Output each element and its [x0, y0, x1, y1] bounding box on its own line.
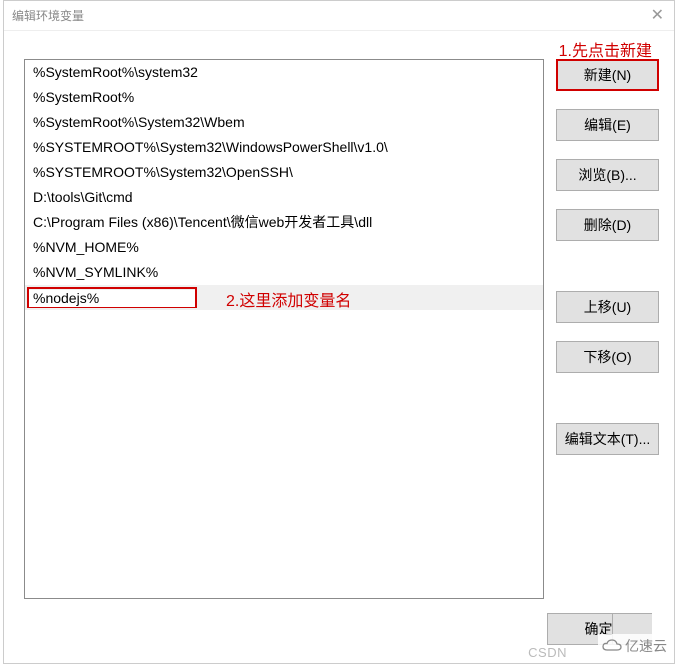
path-listbox[interactable]: %SystemRoot%\system32 %SystemRoot% %Syst…	[24, 59, 544, 599]
yisu-watermark: 亿速云	[598, 634, 671, 658]
annotation-step2: 2.这里添加变量名	[226, 287, 351, 311]
dialog-content: %SystemRoot%\system32 %SystemRoot% %Syst…	[24, 59, 659, 599]
window-title: 编辑环境变量	[12, 7, 84, 24]
list-item[interactable]: D:\tools\Git\cmd	[25, 185, 543, 210]
browse-button[interactable]: 浏览(B)...	[556, 159, 659, 191]
list-item[interactable]: C:\Program Files (x86)\Tencent\微信web开发者工…	[25, 210, 543, 235]
edit-text-button[interactable]: 编辑文本(T)...	[556, 423, 659, 455]
list-item[interactable]: %NVM_SYMLINK%	[25, 260, 543, 285]
move-down-button[interactable]: 下移(O)	[556, 341, 659, 373]
list-item[interactable]: %SYSTEMROOT%\System32\OpenSSH\	[25, 160, 543, 185]
path-edit-input[interactable]	[29, 290, 195, 307]
list-item[interactable]: %SystemRoot%\system32	[25, 60, 543, 85]
titlebar: 编辑环境变量 ✕	[4, 1, 674, 31]
button-column: 新建(N) 编辑(E) 浏览(B)... 删除(D) 上移(U) 下移(O) 编…	[556, 59, 659, 473]
edit-env-var-dialog: 编辑环境变量 ✕ 1.先点击新建 %SystemRoot%\system32 %…	[3, 0, 675, 664]
edit-button[interactable]: 编辑(E)	[556, 109, 659, 141]
edit-highlight-box	[27, 287, 197, 308]
annotation-step1: 1.先点击新建	[559, 37, 652, 61]
close-icon[interactable]: ✕	[651, 5, 664, 25]
move-up-button[interactable]: 上移(U)	[556, 291, 659, 323]
csdn-watermark: CSDN	[528, 645, 567, 660]
list-item[interactable]: %SYSTEMROOT%\System32\WindowsPowerShell\…	[25, 135, 543, 160]
yisu-watermark-text: 亿速云	[625, 636, 667, 656]
new-button[interactable]: 新建(N)	[556, 59, 659, 91]
list-item[interactable]: %SystemRoot%	[25, 85, 543, 110]
list-item[interactable]: %SystemRoot%\System32\Wbem	[25, 110, 543, 135]
list-item[interactable]: %NVM_HOME%	[25, 235, 543, 260]
cloud-icon	[602, 639, 622, 653]
delete-button[interactable]: 删除(D)	[556, 209, 659, 241]
